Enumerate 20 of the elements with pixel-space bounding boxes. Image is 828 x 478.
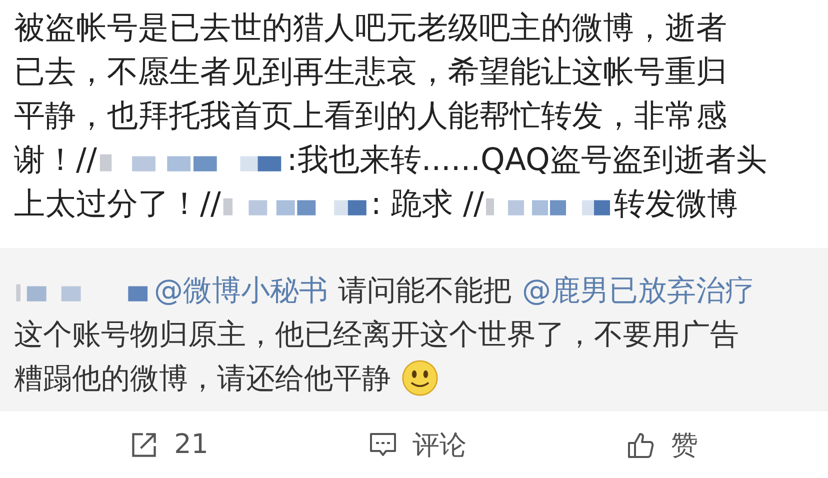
thumbs-up-icon — [626, 430, 655, 458]
mention-link[interactable]: @鹿男已放弃治疗 — [522, 268, 754, 312]
smiley-icon — [401, 359, 439, 397]
post-text: : 跪求 // — [370, 185, 484, 224]
like-button[interactable]: 赞 — [622, 422, 702, 466]
comment-text: 糟蹋他的微博，请还给他平静 — [14, 360, 391, 397]
post-text: :我也来转......QAQ盗号盗到逝者头 — [286, 141, 767, 180]
comment-icon — [368, 430, 397, 458]
comment-text: 请问能不能把 — [338, 272, 512, 309]
mention-link[interactable]: @微博小秘书 — [154, 268, 328, 312]
share-icon — [130, 430, 158, 458]
post-text: 谢！// — [14, 141, 97, 180]
repost-button[interactable]: 21 — [126, 425, 212, 464]
comment-text: 这个账号物归原主，他已经离开这个世界了，不要用广告 — [14, 316, 739, 353]
post-text: 转发微博 — [614, 185, 738, 224]
post-text: 被盗帐号是已去世的猎人吧元老级吧主的微博，逝者 — [14, 9, 727, 48]
comment-button[interactable]: 评论 — [364, 422, 471, 466]
post-text: 上太过分了！// — [14, 185, 221, 224]
post-text: 平静，也拜托我首页上看到的人能帮忙转发，非常感 — [14, 97, 727, 136]
post-text: 已去，不愿生者见到再生悲哀，希望能让这帐号重归 — [14, 53, 727, 92]
